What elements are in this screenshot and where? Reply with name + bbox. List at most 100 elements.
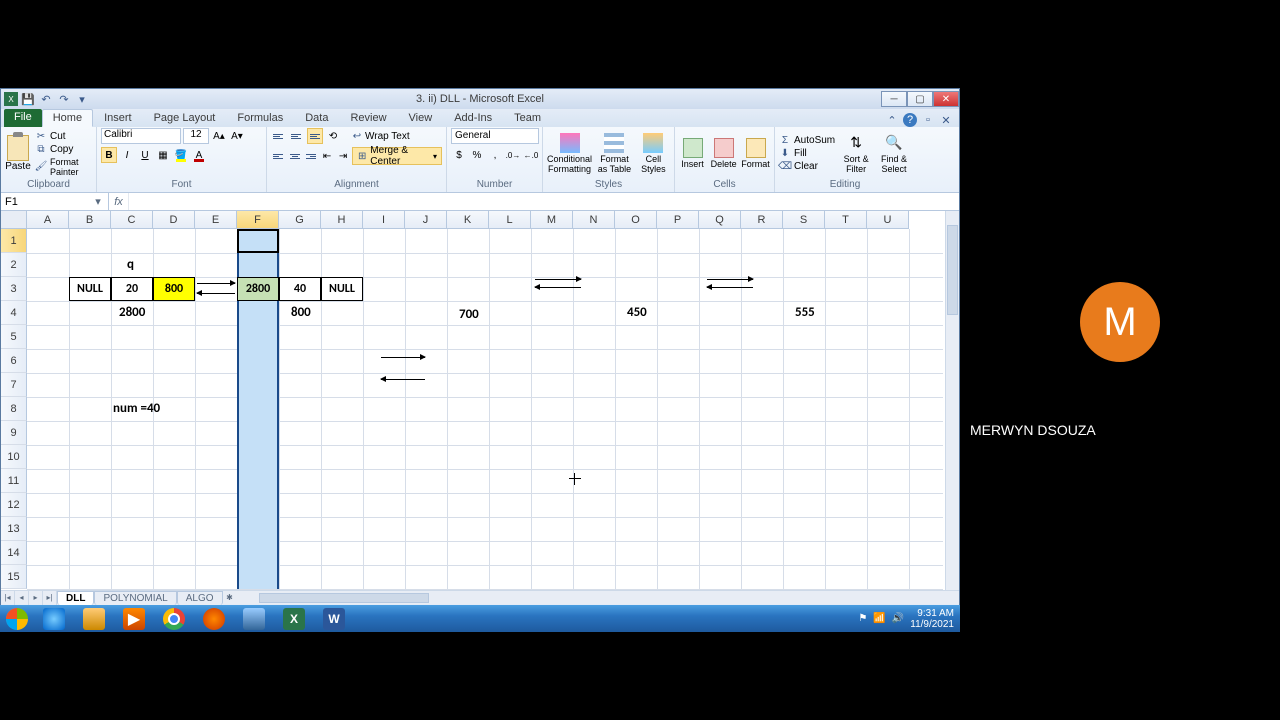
column-header[interactable]: A xyxy=(27,211,69,229)
row-header[interactable]: 9 xyxy=(1,421,27,445)
sheet-nav-last-button[interactable]: ▸| xyxy=(43,591,57,605)
copy-button[interactable]: ⧉Copy xyxy=(35,144,92,156)
row-header[interactable]: 14 xyxy=(1,541,27,565)
column-header[interactable]: E xyxy=(195,211,237,229)
number-format-select[interactable]: General xyxy=(451,128,539,144)
window-restore-icon[interactable]: ▫ xyxy=(921,113,935,127)
close-button[interactable]: ✕ xyxy=(933,91,959,107)
undo-icon[interactable]: ↶ xyxy=(38,91,54,107)
redo-icon[interactable]: ↷ xyxy=(56,91,72,107)
taskbar-ie-button[interactable] xyxy=(34,606,74,631)
conditional-formatting-button[interactable]: Conditional Formatting xyxy=(547,130,592,178)
column-header[interactable]: R xyxy=(741,211,783,229)
row-header[interactable]: 5 xyxy=(1,325,27,349)
font-name-select[interactable]: Calibri xyxy=(101,128,181,144)
shrink-font-button[interactable]: A▾ xyxy=(229,128,245,144)
row-header[interactable]: 3 xyxy=(1,277,27,301)
increase-indent-button[interactable]: ⇥ xyxy=(336,148,350,164)
name-box[interactable]: F1▾ xyxy=(1,193,109,210)
sheet-tab[interactable]: POLYNOMIAL xyxy=(94,591,176,605)
row-header[interactable]: 8 xyxy=(1,397,27,421)
name-box-dropdown-icon[interactable]: ▾ xyxy=(92,195,104,208)
increase-decimal-button[interactable]: .0→ xyxy=(505,147,521,163)
tab-page-layout[interactable]: Page Layout xyxy=(143,109,227,127)
insert-cells-button[interactable]: Insert xyxy=(679,130,706,178)
orientation-button[interactable]: ⟲ xyxy=(325,128,341,144)
row-header[interactable]: 4 xyxy=(1,301,27,325)
tab-home[interactable]: Home xyxy=(42,109,93,127)
taskbar-media-button[interactable]: ▶ xyxy=(114,606,154,631)
tab-formulas[interactable]: Formulas xyxy=(226,109,294,127)
paste-button[interactable]: Paste xyxy=(5,130,31,178)
column-header[interactable]: D xyxy=(153,211,195,229)
sheet-tab[interactable]: ALGO xyxy=(177,591,223,605)
align-left-button[interactable] xyxy=(271,148,285,164)
clear-button[interactable]: ⌫Clear xyxy=(779,161,835,173)
tab-team[interactable]: Team xyxy=(503,109,552,127)
row-header[interactable]: 11 xyxy=(1,469,27,493)
qat-dropdown-icon[interactable]: ▾ xyxy=(74,91,90,107)
column-header[interactable]: I xyxy=(363,211,405,229)
minimize-ribbon-icon[interactable]: ⌃ xyxy=(885,113,899,127)
tab-insert[interactable]: Insert xyxy=(93,109,143,127)
tab-review[interactable]: Review xyxy=(339,109,397,127)
save-icon[interactable]: 💾 xyxy=(20,91,36,107)
column-header[interactable]: H xyxy=(321,211,363,229)
scroll-thumb[interactable] xyxy=(259,593,429,603)
column-headers[interactable]: ABCDEFGHIJKLMNOPQRSTU xyxy=(27,211,909,229)
column-header[interactable]: Q xyxy=(699,211,741,229)
tab-file[interactable]: File xyxy=(4,109,42,127)
column-header[interactable]: J xyxy=(405,211,447,229)
horizontal-scrollbar[interactable] xyxy=(257,592,959,604)
column-header[interactable]: S xyxy=(783,211,825,229)
row-header[interactable]: 2 xyxy=(1,253,27,277)
sheet-nav-first-button[interactable]: |◂ xyxy=(1,591,15,605)
column-header[interactable]: K xyxy=(447,211,489,229)
delete-cells-button[interactable]: Delete xyxy=(710,130,737,178)
worksheet-grid[interactable]: ABCDEFGHIJKLMNOPQRSTU 123456789101112131… xyxy=(1,211,959,590)
align-bottom-button[interactable] xyxy=(307,128,323,144)
start-button[interactable] xyxy=(0,605,34,632)
column-header[interactable]: O xyxy=(615,211,657,229)
merge-center-button[interactable]: ⊞Merge & Center▾ xyxy=(352,147,442,165)
taskbar-firefox-button[interactable] xyxy=(194,606,234,631)
tray-network-icon[interactable]: 📶 xyxy=(873,613,885,624)
tab-data[interactable]: Data xyxy=(294,109,339,127)
row-header[interactable]: 12 xyxy=(1,493,27,517)
tray-flag-icon[interactable]: ⚑ xyxy=(858,613,867,624)
autosum-button[interactable]: ΣAutoSum xyxy=(779,135,835,147)
font-color-button[interactable]: A xyxy=(191,147,207,163)
bold-button[interactable]: B xyxy=(101,147,117,163)
scroll-thumb[interactable] xyxy=(947,225,958,315)
italic-button[interactable]: I xyxy=(119,147,135,163)
system-tray[interactable]: ⚑ 📶 🔊 9:31 AM 11/9/2021 xyxy=(858,608,960,630)
row-header[interactable]: 10 xyxy=(1,445,27,469)
border-button[interactable]: ▦ xyxy=(155,147,171,163)
sort-filter-button[interactable]: ⇅Sort & Filter xyxy=(839,130,873,178)
taskbar-word-button[interactable]: W xyxy=(314,606,354,631)
format-cells-button[interactable]: Format xyxy=(741,130,770,178)
align-center-button[interactable] xyxy=(287,148,301,164)
maximize-button[interactable]: ▢ xyxy=(907,91,933,107)
fill-button[interactable]: ⬇Fill xyxy=(779,148,835,160)
row-header[interactable]: 6 xyxy=(1,349,27,373)
fx-icon[interactable]: fx xyxy=(109,193,129,210)
sheet-nav-prev-button[interactable]: ◂ xyxy=(15,591,29,605)
taskbar-chrome-button[interactable] xyxy=(154,606,194,631)
font-size-select[interactable]: 12 xyxy=(183,128,209,144)
align-right-button[interactable] xyxy=(304,148,318,164)
column-header[interactable]: P xyxy=(657,211,699,229)
help-icon[interactable]: ? xyxy=(903,113,917,127)
accounting-button[interactable]: $ xyxy=(451,147,467,163)
minimize-button[interactable]: ─ xyxy=(881,91,907,107)
new-sheet-button[interactable]: ✱ xyxy=(223,591,237,605)
tray-volume-icon[interactable]: 🔊 xyxy=(892,613,904,624)
decrease-decimal-button[interactable]: ←.0 xyxy=(523,147,539,163)
column-header[interactable]: B xyxy=(69,211,111,229)
tab-view[interactable]: View xyxy=(398,109,444,127)
row-header[interactable]: 15 xyxy=(1,565,27,589)
comma-button[interactable]: , xyxy=(487,147,503,163)
align-top-button[interactable] xyxy=(271,128,287,144)
formula-input[interactable] xyxy=(129,193,959,210)
column-header[interactable]: M xyxy=(531,211,573,229)
